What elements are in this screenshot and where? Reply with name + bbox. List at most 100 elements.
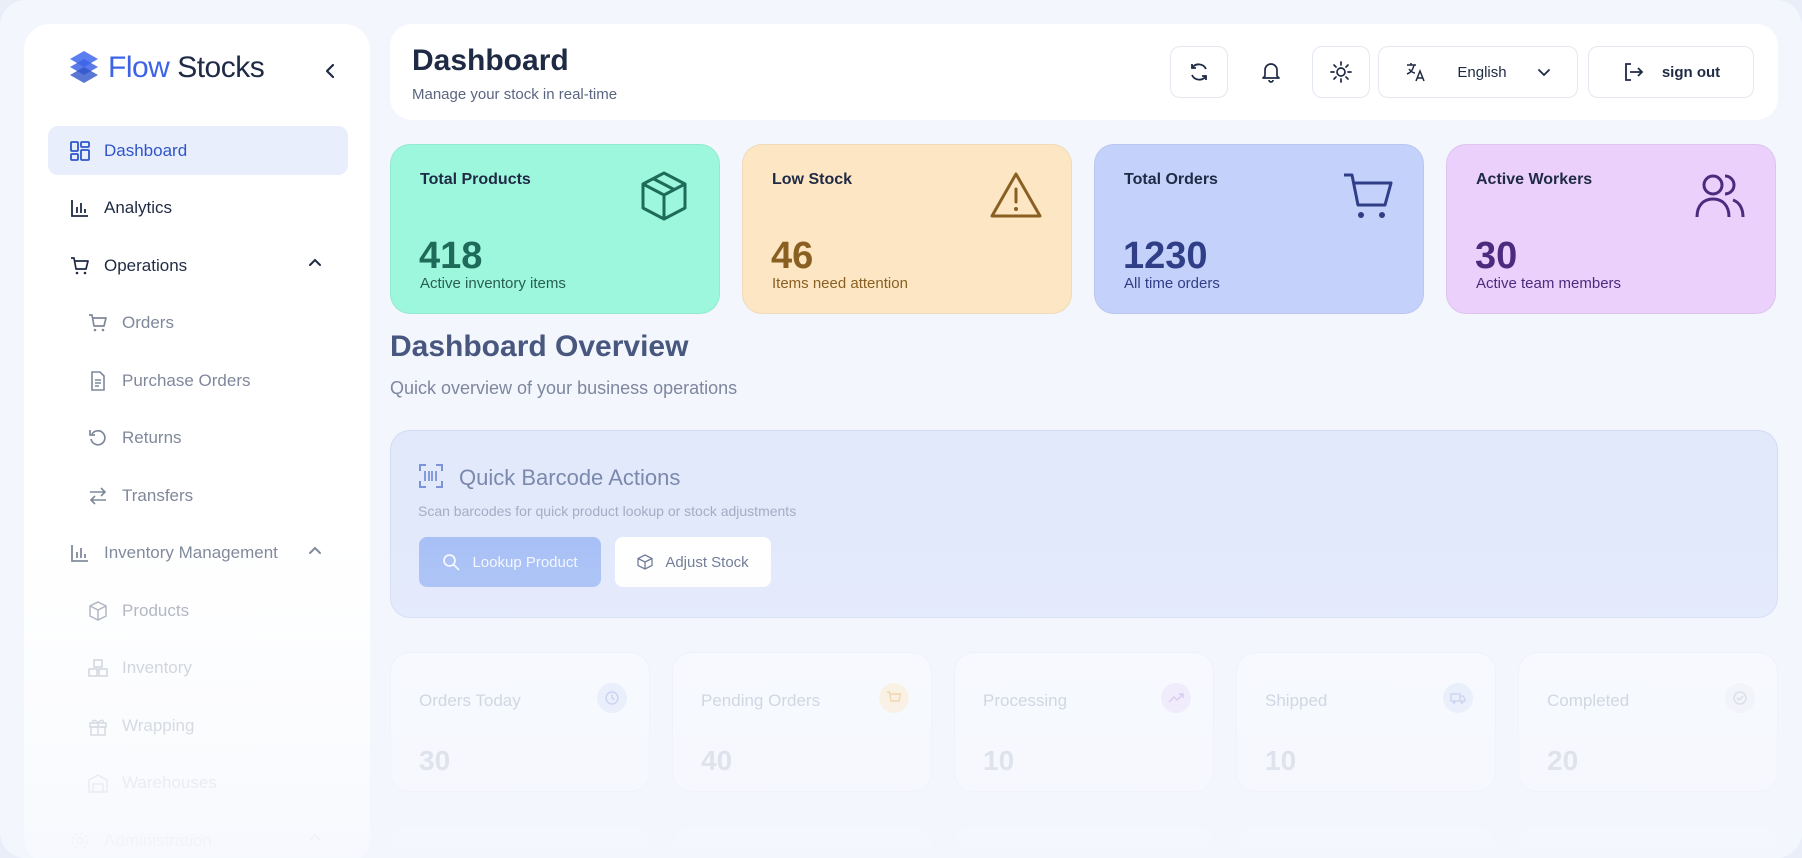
order-stat-shipped[interactable]: Shipped 10 [1236,652,1496,792]
sidebar-item-label: Operations [104,255,188,275]
adjust-stock-label: Adjust Stock [665,553,749,571]
stat-caption: Items need attention [772,275,908,292]
log-out-icon [1624,63,1644,81]
package-icon [637,554,653,570]
chevron-up-icon[interactable] [308,832,322,842]
sidebar-item-label: Products [122,600,190,620]
check-circle-icon [1725,683,1755,713]
placeholder-card [1518,826,1778,858]
order-stat-label: Pending Orders [701,691,821,710]
sidebar-item-orders[interactable]: Orders [48,299,348,348]
stat-title: Total Orders [1124,171,1218,188]
sidebar-item-label: Dashboard [104,140,188,160]
app-window: Flow Stocks Dashboard Analytics Operatio… [0,0,1802,858]
order-stat-label: Shipped [1265,691,1328,710]
sidebar-item-products[interactable]: Products [48,586,348,635]
stat-card-total-products[interactable]: Total Products 418 Active inventory item… [390,144,720,314]
top-header: Dashboard Manage your stock in real-time… [390,24,1778,120]
stat-value: 1230 [1123,235,1208,277]
stat-card-active-workers[interactable]: Active Workers 30 Active team members [1446,144,1776,314]
sidebar-item-label: Inventory Management [104,543,278,562]
page-subtitle: Manage your stock in real-time [412,86,618,103]
sidebar-item-wrapping[interactable]: Wrapping [48,701,348,750]
chevron-down-icon [1537,69,1550,77]
sidebar-item-inventory[interactable]: Inventory [48,644,348,693]
stat-value: 46 [771,235,814,277]
order-stat-pending-orders[interactable]: Pending Orders 40 [672,652,932,792]
sidebar-nav: Dashboard Analytics Operations Orders Pu… [48,126,348,858]
order-stat-label: Orders Today [419,691,521,710]
lookup-product-button[interactable]: Lookup Product [419,537,601,587]
notifications-button[interactable] [1242,46,1300,98]
sidebar-item-returns[interactable]: Returns [48,414,348,463]
order-stat-orders-today[interactable]: Orders Today 30 [390,652,650,792]
lookup-product-label: Lookup Product [472,553,578,571]
language-select[interactable]: English [1378,46,1578,98]
trend-up-icon [1161,683,1191,713]
boxes-icon [88,659,108,677]
transfer-icon [89,486,107,505]
sidebar-item-label: Warehouses [122,773,217,792]
quick-barcode-panel: Quick Barcode Actions Scan barcodes for … [390,430,1778,618]
sidebar-item-label: Administration [104,830,212,850]
stat-caption: Active team members [1476,275,1622,292]
chevron-up-icon[interactable] [308,545,322,555]
section-title: Dashboard Overview [390,330,689,363]
barcode-subtitle: Scan barcodes for quick product lookup o… [418,503,797,519]
order-stat-label: Completed [1547,691,1630,710]
sidebar-item-label: Wrapping [122,715,195,735]
stat-card-total-orders[interactable]: Total Orders 1230 All time orders [1094,144,1424,314]
order-stat-completed[interactable]: Completed 20 [1518,652,1778,792]
sidebar-item-analytics[interactable]: Analytics [48,184,348,233]
sidebar-item-transfers[interactable]: Transfers [48,471,348,520]
undo-icon [89,429,106,446]
cart-icon [879,683,909,713]
cart-icon [89,314,107,332]
stat-value: 30 [1475,235,1518,277]
bar-chart-icon [71,545,88,562]
sidebar-item-inventory-management[interactable]: Inventory Management [48,529,348,578]
adjust-stock-button[interactable]: Adjust Stock [615,537,771,587]
box-icon [89,600,107,621]
stat-caption: All time orders [1124,275,1220,292]
theme-toggle-button[interactable] [1312,46,1370,98]
chevron-up-icon[interactable] [308,257,322,267]
bell-icon [1262,63,1280,83]
chevron-left-icon [325,63,335,79]
sidebar-item-label: Purchase Orders [122,370,251,390]
sun-icon [1330,61,1352,83]
refresh-icon [1191,63,1207,81]
order-stat-value: 30 [419,745,451,776]
brand-name-part2: Stocks [177,51,265,84]
order-stat-value: 20 [1547,745,1579,776]
page-title: Dashboard [412,44,569,77]
order-stat-value: 40 [701,745,733,776]
sidebar-item-label: Transfers [122,485,194,505]
order-stat-processing[interactable]: Processing 10 [954,652,1214,792]
stat-caption: Active inventory items [420,275,566,292]
sidebar-item-operations[interactable]: Operations [48,241,348,290]
brand-name-part1: Flow [108,51,170,84]
stat-title: Active Workers [1476,171,1593,188]
order-stat-value: 10 [1265,745,1297,776]
sidebar-item-dashboard[interactable]: Dashboard [48,126,348,175]
placeholder-card [954,826,1214,858]
barcode-title: Quick Barcode Actions [459,465,681,490]
stat-card-low-stock[interactable]: Low Stock 46 Items need attention [742,144,1072,314]
warning-triangle-icon [990,172,1042,218]
language-value: English [1457,63,1507,81]
gift-icon [89,719,107,736]
order-stat-value: 10 [983,745,1015,776]
stat-value: 418 [419,235,483,277]
brand-logo[interactable]: Flow Stocks [66,46,265,90]
sign-out-button[interactable]: sign out [1588,46,1754,98]
sidebar-item-administration[interactable]: Administration [48,816,348,858]
order-stat-label: Processing [983,691,1068,710]
placeholder-card [390,826,650,858]
sidebar-item-warehouses[interactable]: Warehouses [48,759,348,808]
refresh-button[interactable] [1170,46,1228,98]
warehouse-icon [88,774,108,793]
settings-icon [71,832,89,849]
sidebar-collapse-button[interactable] [319,60,341,82]
sidebar-item-purchase-orders[interactable]: Purchase Orders [48,356,348,405]
